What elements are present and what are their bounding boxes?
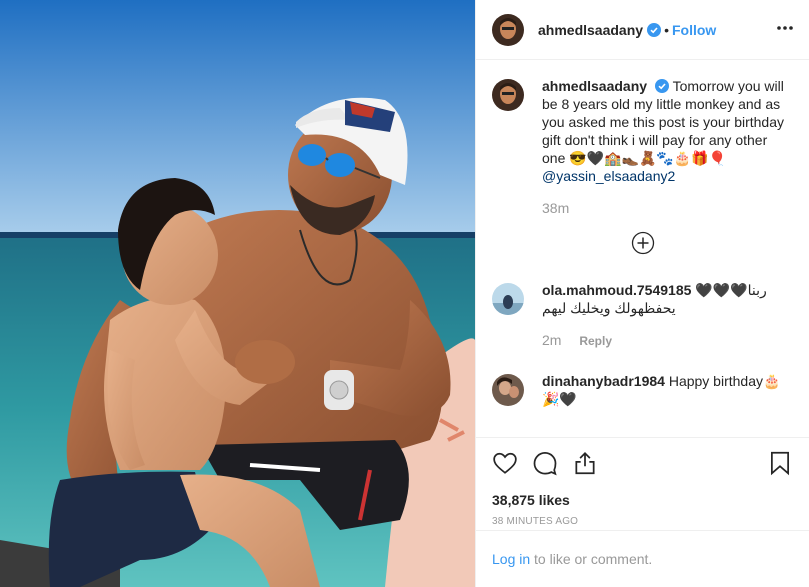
bookmark-icon[interactable] (767, 450, 793, 476)
follow-button[interactable]: Follow (672, 22, 716, 38)
comment: ola.mahmoud.7549185 ربنا🖤🖤🖤 يحفظهولك ويخ… (492, 281, 793, 350)
caption-avatar[interactable] (492, 79, 524, 111)
load-more-comments[interactable] (492, 231, 793, 255)
post-image (0, 0, 475, 587)
commenter-avatar[interactable] (492, 374, 524, 406)
post-photo[interactable] (0, 0, 475, 587)
commenter-avatar[interactable] (492, 283, 524, 315)
comment-time[interactable]: 2m (542, 332, 561, 348)
post-header: ahmedlsaadany • Follow (476, 0, 809, 60)
caption-mention[interactable]: @yassin_elsaadany2 (542, 168, 675, 184)
post-actions: 38,875 likes 38 MINUTES AGO (476, 437, 809, 527)
comment-body: dinahanybadr1984 Happy birthday🎂🎉🖤 (542, 372, 786, 408)
more-options-icon[interactable] (775, 18, 795, 38)
comment-icon[interactable] (532, 450, 558, 476)
author-avatar[interactable] (492, 13, 524, 46)
caption: ahmedlsaadany Tomorrow you will be 8 yea… (492, 77, 793, 217)
login-prompt: Log in to like or comment. (476, 530, 809, 587)
separator-dot: • (664, 21, 669, 38)
comment: dinahanybadr1984 Happy birthday🎂🎉🖤 (492, 372, 793, 408)
verified-badge-icon (647, 22, 662, 37)
comment-body: ola.mahmoud.7549185 ربنا🖤🖤🖤 يحفظهولك ويخ… (542, 281, 786, 350)
likes-count[interactable]: 38,875 likes (492, 492, 793, 508)
caption-time[interactable]: 38m (542, 199, 786, 217)
heart-icon[interactable] (492, 450, 518, 476)
login-text: to like or comment. (530, 551, 653, 567)
load-more-icon[interactable] (631, 231, 655, 255)
share-icon[interactable] (572, 450, 598, 476)
comment-username[interactable]: dinahanybadr1984 (542, 373, 665, 389)
comment-meta: 2m Reply (542, 331, 786, 350)
reply-button[interactable]: Reply (579, 334, 612, 348)
verified-badge-icon (654, 79, 669, 93)
comment-username[interactable]: ola.mahmoud.7549185 (542, 282, 691, 298)
author-username[interactable]: ahmedlsaadany (538, 22, 643, 38)
post-panel: ahmedlsaadany • Follow ahmedlsaadany Tom… (475, 0, 809, 587)
action-icons (492, 450, 793, 476)
login-link[interactable]: Log in (492, 551, 530, 567)
caption-username[interactable]: ahmedlsaadany (542, 78, 647, 94)
post-timestamp[interactable]: 38 MINUTES AGO (492, 516, 793, 527)
comments-section[interactable]: ahmedlsaadany Tomorrow you will be 8 yea… (476, 61, 809, 437)
caption-body: ahmedlsaadany Tomorrow you will be 8 yea… (542, 77, 786, 217)
